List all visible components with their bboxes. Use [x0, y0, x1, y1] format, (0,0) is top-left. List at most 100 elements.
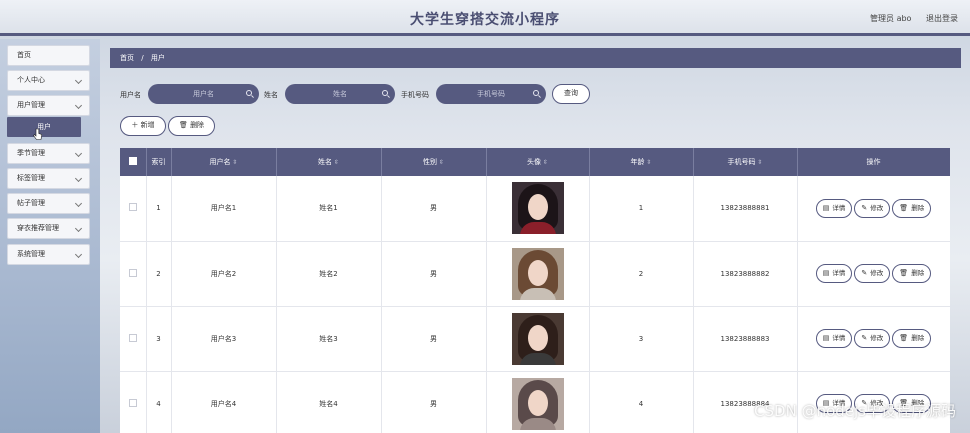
sidebar-item-label: 穿衣推荐管理 [17, 224, 59, 232]
chevron-down-icon [74, 101, 83, 110]
breadcrumb: 首页 / 用户 [110, 48, 961, 68]
edit-button[interactable]: ✎ 修改 [854, 264, 891, 283]
chevron-down-icon [74, 149, 83, 158]
search-icon [246, 90, 252, 96]
row-checkbox-cell[interactable] [120, 306, 147, 372]
edit-button[interactable]: ✎ 修改 [854, 329, 891, 348]
column-header-username[interactable]: 用户名 ⇳ [171, 148, 277, 176]
search-icon [533, 90, 539, 96]
detail-label: 详情 [832, 334, 846, 342]
cell-phone: 13823888881 [693, 176, 798, 242]
column-header-name[interactable]: 姓名 ⇳ [276, 148, 382, 176]
row-checkbox-cell[interactable] [120, 241, 147, 307]
document-icon: ▤ [822, 334, 830, 342]
cell-index: 4 [146, 371, 172, 433]
sidebar-subitem-users[interactable]: 用户 [7, 117, 81, 137]
sidebar-item-label: 个人中心 [17, 76, 45, 84]
chevron-down-icon [74, 250, 83, 259]
cell-phone: 13823888882 [693, 241, 798, 307]
column-header-gender[interactable]: 性别 ⇳ [381, 148, 487, 176]
add-button-label: 新增 [140, 121, 155, 129]
app-title: 大学生穿搭交流小程序 [410, 12, 560, 28]
document-icon: ▤ [822, 269, 830, 277]
edit-label: 修改 [870, 269, 884, 277]
detail-button[interactable]: ▤ 详情 [815, 329, 853, 348]
cell-avatar [486, 306, 590, 372]
row-checkbox[interactable] [128, 333, 137, 342]
delete-row-button[interactable]: 🗑 删除 [892, 329, 932, 348]
query-button[interactable]: 查询 [552, 84, 590, 104]
delete-row-button[interactable]: 🗑 删除 [892, 264, 932, 283]
name-search-input[interactable]: 姓名 [285, 84, 395, 104]
avatar [511, 312, 564, 365]
cell-actions: ▤ 详情 ✎ 修改 🗑 删除 [797, 241, 950, 307]
column-header-phone[interactable]: 手机号码 ⇳ [693, 148, 798, 176]
cell-avatar [486, 371, 590, 433]
trash-icon: 🗑 [178, 121, 191, 129]
sort-icon[interactable]: ⇳ [757, 159, 762, 166]
detail-button[interactable]: ▤ 详情 [815, 264, 853, 283]
table-row: 3 用户名3 姓名3 男 3 13823888883 ▤ 详情 ✎ 修改 🗑 删除 [120, 306, 950, 372]
column-header-label: 手机号码 [727, 158, 756, 166]
add-button[interactable]: ＋ 新增 [120, 116, 166, 136]
username-label: 用户名 [120, 91, 141, 99]
document-icon: ▤ [822, 203, 830, 212]
cell-username: 用户名1 [171, 176, 277, 242]
cell-gender: 男 [381, 306, 487, 372]
logout-link[interactable]: 退出登录 [926, 14, 958, 23]
select-all-checkbox-cell[interactable] [120, 148, 147, 176]
cell-index: 3 [146, 306, 172, 372]
cell-name: 姓名2 [276, 241, 382, 307]
phone-search-input[interactable]: 手机号码 [436, 84, 546, 104]
column-header-age[interactable]: 年龄 ⇳ [589, 148, 694, 176]
delete-button-label: 删除 [190, 121, 205, 129]
phone-label: 手机号码 [401, 91, 429, 99]
pencil-icon: ✎ [861, 269, 868, 277]
sort-icon[interactable]: ⇳ [334, 159, 339, 166]
sidebar-item-user-management[interactable]: 用户管理 [7, 95, 90, 116]
cell-username: 用户名2 [171, 241, 277, 307]
chevron-down-icon [74, 224, 83, 233]
cell-gender: 男 [381, 371, 487, 433]
delete-label: 删除 [911, 203, 925, 212]
plus-icon: ＋ [131, 121, 141, 129]
cell-age: 2 [589, 241, 694, 307]
sidebar-item-personal-center[interactable]: 个人中心 [7, 70, 90, 91]
sidebar-item-outfit-recommendation[interactable]: 穿衣推荐管理 [7, 218, 90, 239]
hand-cursor-icon [33, 128, 42, 140]
cell-avatar [486, 241, 590, 307]
sidebar-item-season-management[interactable]: 季节管理 [7, 143, 90, 164]
sidebar: 首页 个人中心 用户管理 用户 季节管理 标签管理 帖子管理 穿衣推荐管理 系统… [0, 39, 100, 433]
edit-button[interactable]: ✎ 修改 [854, 198, 891, 218]
sort-icon[interactable]: ⇳ [543, 159, 548, 166]
select-all-checkbox[interactable] [128, 157, 137, 165]
sort-icon[interactable]: ⇳ [646, 159, 651, 166]
detail-button[interactable]: ▤ 详情 [815, 198, 853, 218]
column-header-avatar[interactable]: 头像 ⇳ [486, 148, 590, 176]
user-table: 索引 用户名 ⇳ 姓名 ⇳ 性别 ⇳ 头像 ⇳ 年龄 ⇳ 手机号码 ⇳ 操作 1 用户名1 … [120, 148, 950, 433]
sidebar-item-label: 首页 [17, 51, 31, 59]
column-header-actions: 操作 [797, 148, 950, 176]
row-checkbox-cell[interactable] [120, 176, 147, 242]
row-checkbox[interactable] [128, 203, 137, 212]
sort-icon[interactable]: ⇳ [439, 159, 444, 166]
pencil-icon: ✎ [861, 334, 868, 342]
sidebar-item-home[interactable]: 首页 [7, 45, 90, 66]
username-search-input[interactable]: 用户名 [148, 84, 259, 104]
delete-row-button[interactable]: 🗑 删除 [892, 198, 932, 218]
sidebar-item-system-management[interactable]: 系统管理 [7, 244, 90, 265]
sidebar-item-post-management[interactable]: 帖子管理 [7, 193, 90, 214]
sidebar-item-label: 帖子管理 [17, 199, 45, 207]
sort-icon[interactable]: ⇳ [232, 159, 237, 166]
row-checkbox-cell[interactable] [120, 371, 147, 433]
delete-button[interactable]: 🗑 删除 [168, 116, 215, 136]
row-checkbox[interactable] [128, 268, 137, 277]
table-row: 1 用户名1 姓名1 男 1 13823888881 ▤ 详情 ✎ 修改 🗑 删除 [120, 176, 950, 242]
cell-index: 2 [146, 241, 172, 307]
breadcrumb-home[interactable]: 首页 [120, 54, 134, 62]
cell-name: 姓名4 [276, 371, 382, 433]
search-icon [382, 90, 388, 96]
row-checkbox[interactable] [128, 398, 137, 407]
breadcrumb-separator: / [141, 54, 144, 62]
sidebar-item-tag-management[interactable]: 标签管理 [7, 168, 90, 189]
